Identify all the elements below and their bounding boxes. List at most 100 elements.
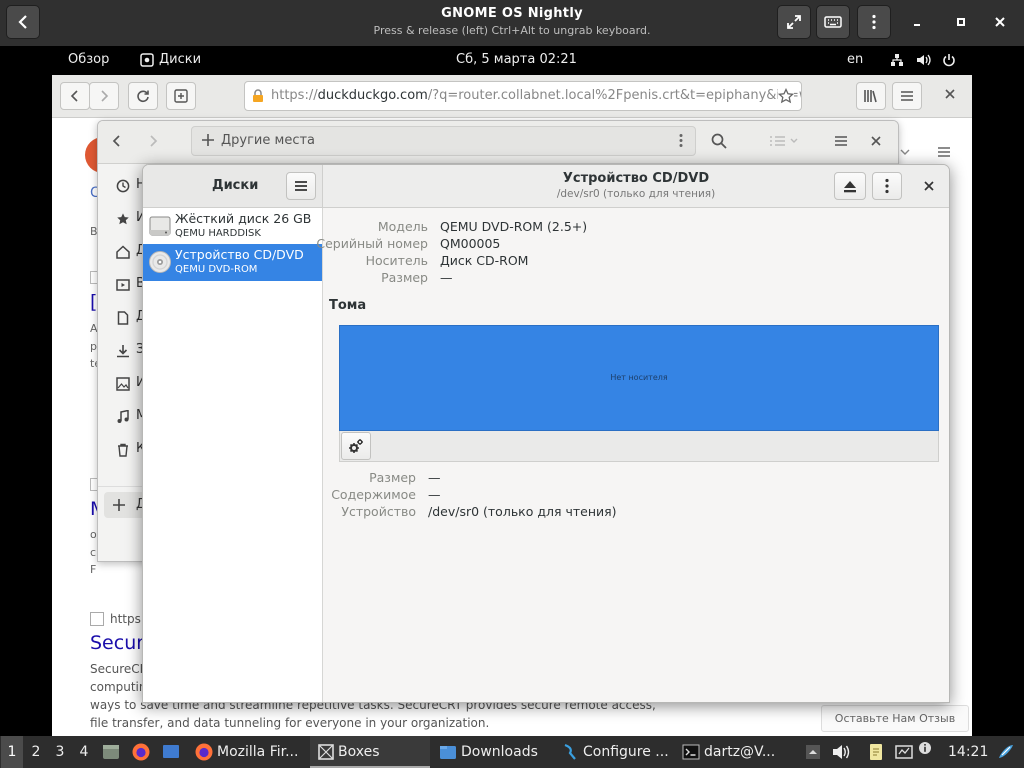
browser-close-button[interactable] <box>944 88 956 100</box>
browser-forward-button[interactable] <box>89 82 119 110</box>
chevron-right-icon <box>150 135 158 147</box>
eject-button[interactable] <box>834 172 866 200</box>
volume-device-value: /dev/sr0 (только для чтения) <box>428 504 617 519</box>
keyboard-layout[interactable]: en <box>847 52 863 67</box>
reload-button[interactable] <box>128 82 158 110</box>
browser-menu-button[interactable] <box>892 82 922 110</box>
activities-button[interactable]: Обзор <box>68 52 109 67</box>
info-icon[interactable] <box>918 741 932 755</box>
notes-icon[interactable] <box>866 742 886 762</box>
app-menu[interactable]: Диски <box>159 52 201 67</box>
clock-icon <box>116 179 130 193</box>
volume-bar[interactable]: Нет носителя <box>339 325 939 431</box>
keyboard-button[interactable] <box>816 5 850 39</box>
taskbar-clock[interactable]: 14:21 <box>948 736 988 768</box>
chevron-left-icon <box>70 90 78 102</box>
url-path: /?q=router.collabnet.local%2Fpenis.crt&t… <box>427 88 802 103</box>
view-options-button[interactable] <box>769 135 799 147</box>
result-snippet: o <box>90 528 97 541</box>
task-boxes[interactable]: Boxes <box>310 736 430 768</box>
chevron-left-icon <box>112 135 120 147</box>
volume-bar-label: Нет носителя <box>610 373 668 382</box>
browser-back-button[interactable] <box>60 82 90 110</box>
plus-icon <box>113 499 125 511</box>
workspace-2[interactable]: 2 <box>25 736 47 768</box>
tray-up-arrow-icon[interactable] <box>803 742 823 762</box>
volumes-heading: Тома <box>329 298 367 313</box>
feedback-button[interactable]: Оставьте Нам Отзыв <box>821 705 969 732</box>
gnome-top-bar: Обзор Диски Сб, 5 марта 02:21 en <box>52 46 972 75</box>
maximize-button[interactable] <box>948 9 974 35</box>
drive-item-cdrom[interactable]: Устройство CD/DVD QEMU DVD-ROM <box>143 244 322 281</box>
files-close-button[interactable] <box>871 136 881 146</box>
hard-disk-icon <box>149 216 171 236</box>
eject-icon <box>844 180 856 192</box>
network-monitor-icon[interactable] <box>894 742 914 762</box>
menu-button[interactable] <box>857 5 891 39</box>
file-manager-launcher-icon[interactable] <box>101 742 121 762</box>
path-menu-icon[interactable] <box>679 133 683 148</box>
keyboard-icon <box>824 16 842 28</box>
volume-size-label: Размер <box>369 470 416 485</box>
fullscreen-button[interactable] <box>777 5 811 39</box>
model-label: Модель <box>377 219 428 234</box>
media-label: Носитель <box>365 253 428 268</box>
firefox-launcher-icon[interactable] <box>131 742 151 762</box>
network-icon[interactable] <box>890 53 904 67</box>
url-bar[interactable]: https://duckduckgo.com/?q=router.collabn… <box>244 81 802 111</box>
drive-menu-button[interactable] <box>872 172 902 200</box>
files-back-button[interactable] <box>112 134 122 148</box>
chevron-down-icon[interactable] <box>900 148 910 156</box>
drive-name: Устройство CD/DVD <box>175 247 304 262</box>
minimize-icon <box>914 24 920 26</box>
serial-value: QM00005 <box>440 236 501 251</box>
files-location-bar[interactable]: Другие места <box>191 126 696 156</box>
boxes-icon <box>318 744 334 760</box>
drive-item-harddisk[interactable]: Жёсткий диск 26 GB QEMU HARDDISK <box>143 208 322 245</box>
sidebar-item-other-locations[interactable]: Д <box>104 492 146 518</box>
files-menu-button[interactable] <box>834 135 848 147</box>
disks-close-button[interactable] <box>924 181 934 191</box>
distro-menu-icon[interactable] <box>996 742 1016 762</box>
desktop-launcher-icon[interactable] <box>161 742 181 762</box>
task-downloads[interactable]: Downloads <box>436 736 548 768</box>
task-terminal[interactable]: dartz@V... <box>679 736 789 768</box>
clock[interactable]: Сб, 5 марта 02:21 <box>456 52 577 67</box>
terminal-icon <box>682 744 700 760</box>
disks-app-menu-button[interactable] <box>286 172 316 200</box>
close-button[interactable] <box>987 9 1013 35</box>
close-icon <box>945 89 955 99</box>
serp-menu-icon[interactable] <box>937 146 951 158</box>
power-icon[interactable] <box>942 53 956 67</box>
close-icon <box>871 136 881 146</box>
workspace-4[interactable]: 4 <box>73 736 95 768</box>
library-button[interactable] <box>856 82 886 110</box>
drive-name: Жёсткий диск 26 GB <box>175 211 312 226</box>
gears-icon <box>349 439 363 453</box>
plus-icon <box>201 133 215 147</box>
reload-icon <box>137 90 149 103</box>
size-value: — <box>440 270 453 285</box>
task-firefox[interactable]: Mozilla Fir... <box>191 736 303 768</box>
boxes-header: GNOME OS Nightly Press & release (left) … <box>0 0 1024 46</box>
star-icon <box>117 213 129 225</box>
result-snippet: file transfer, and data tunneling for ev… <box>90 716 490 730</box>
volume-settings-button[interactable] <box>341 432 371 460</box>
close-icon <box>924 181 934 191</box>
drive-model: QEMU DVD-ROM <box>175 264 258 275</box>
maximize-icon <box>957 18 965 26</box>
minimize-button[interactable] <box>904 9 930 35</box>
disks-sidebar-title: Диски <box>212 178 259 193</box>
new-tab-button[interactable] <box>166 82 196 110</box>
files-forward-button[interactable] <box>148 134 158 148</box>
volume-icon[interactable] <box>916 53 931 67</box>
files-search-button[interactable] <box>711 133 727 149</box>
bookmark-star-icon[interactable] <box>778 88 794 104</box>
workspace-1[interactable]: 1 <box>1 736 23 768</box>
music-icon <box>117 410 129 423</box>
workspace-3[interactable]: 3 <box>49 736 71 768</box>
task-configure[interactable]: Configure ... <box>557 736 673 768</box>
url-scheme: https:// <box>271 88 318 103</box>
volume-icon[interactable] <box>831 742 851 762</box>
result-url[interactable]: https: <box>110 612 145 626</box>
